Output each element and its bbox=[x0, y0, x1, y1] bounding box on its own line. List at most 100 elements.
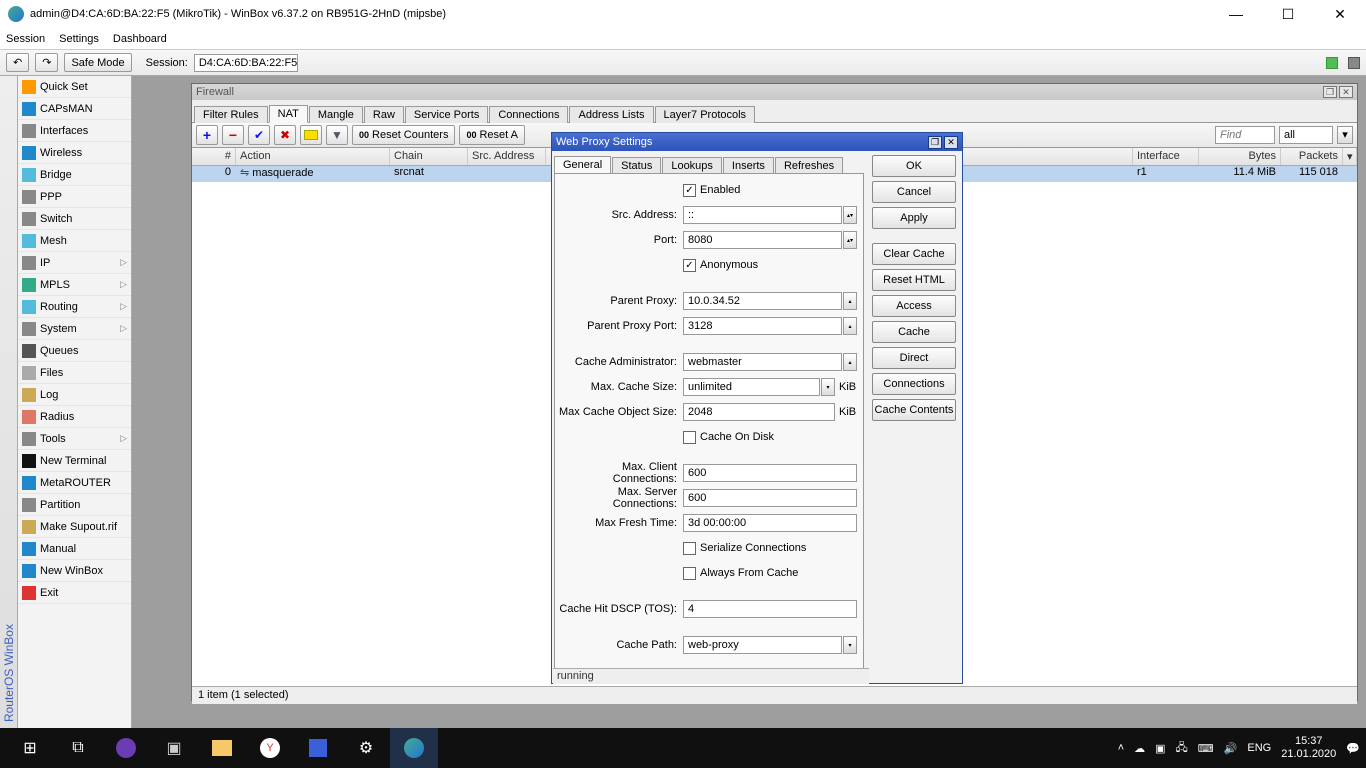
firewall-tab-address-lists[interactable]: Address Lists bbox=[569, 106, 653, 123]
tray-cloud-icon[interactable]: ☁ bbox=[1134, 742, 1145, 755]
filter-dropdown[interactable]: all bbox=[1279, 126, 1333, 144]
firewall-tab-mangle[interactable]: Mangle bbox=[309, 106, 363, 123]
parent-proxy-port-input[interactable]: 3128 bbox=[683, 317, 842, 335]
menu-dashboard[interactable]: Dashboard bbox=[113, 33, 167, 45]
taskbar-app-explorer[interactable] bbox=[198, 728, 246, 768]
sidebar-item-interfaces[interactable]: Interfaces bbox=[18, 120, 131, 142]
tray-keyboard-icon[interactable]: ⌨ bbox=[1198, 742, 1214, 755]
taskbar-app-1[interactable] bbox=[102, 728, 150, 768]
sidebar-item-queues[interactable]: Queues bbox=[18, 340, 131, 362]
sidebar-item-partition[interactable]: Partition bbox=[18, 494, 131, 516]
dscp-input[interactable]: 4 bbox=[683, 600, 857, 618]
menu-settings[interactable]: Settings bbox=[59, 33, 99, 45]
proxy-access-button[interactable]: Access bbox=[872, 295, 956, 317]
cache-admin-toggle-icon[interactable]: ▴ bbox=[843, 353, 857, 371]
proxy-clear-cache-button[interactable]: Clear Cache bbox=[872, 243, 956, 265]
reset-counters-button[interactable]: 00Reset Counters bbox=[352, 125, 455, 145]
comment-button[interactable] bbox=[300, 125, 322, 145]
reset-all-counters-button[interactable]: 00Reset A bbox=[459, 125, 525, 145]
firewall-restore-button[interactable]: ❐ bbox=[1323, 86, 1337, 98]
proxy-tab-inserts[interactable]: Inserts bbox=[723, 157, 774, 174]
sidebar-item-bridge[interactable]: Bridge bbox=[18, 164, 131, 186]
proxy-tab-general[interactable]: General bbox=[554, 156, 611, 174]
web-proxy-header[interactable]: Web Proxy Settings ❐ ✕ bbox=[552, 133, 962, 151]
firewall-tab-layer7-protocols[interactable]: Layer7 Protocols bbox=[655, 106, 756, 123]
firewall-tab-nat[interactable]: NAT bbox=[269, 105, 308, 123]
add-rule-button[interactable]: + bbox=[196, 125, 218, 145]
sidebar-item-quick-set[interactable]: Quick Set bbox=[18, 76, 131, 98]
tray-language[interactable]: ENG bbox=[1247, 742, 1271, 754]
proxy-cache-button[interactable]: Cache bbox=[872, 321, 956, 343]
cache-path-dd-icon[interactable]: ▾ bbox=[843, 636, 857, 654]
sidebar-item-system[interactable]: System▷ bbox=[18, 318, 131, 340]
remove-rule-button[interactable]: − bbox=[222, 125, 244, 145]
safe-mode-button[interactable]: Safe Mode bbox=[64, 53, 131, 72]
cache-path-input[interactable]: web-proxy bbox=[683, 636, 842, 654]
filter-dropdown-arrow-icon[interactable]: ▾ bbox=[1337, 126, 1353, 144]
sidebar-item-manual[interactable]: Manual bbox=[18, 538, 131, 560]
tray-volume-icon[interactable]: 🔊 bbox=[1224, 742, 1238, 755]
redo-button[interactable]: ↷ bbox=[35, 53, 58, 72]
tray-notifications-icon[interactable]: 💬 bbox=[1346, 742, 1360, 755]
max-client-conn-input[interactable]: 600 bbox=[683, 464, 857, 482]
proxy-tab-status[interactable]: Status bbox=[612, 157, 661, 174]
proxy-cancel-button[interactable]: Cancel bbox=[872, 181, 956, 203]
close-button[interactable]: ✕ bbox=[1322, 6, 1358, 23]
max-server-conn-input[interactable]: 600 bbox=[683, 489, 857, 507]
col-menu-icon[interactable]: ▾ bbox=[1343, 148, 1357, 165]
firewall-tab-raw[interactable]: Raw bbox=[364, 106, 404, 123]
minimize-button[interactable]: — bbox=[1218, 6, 1254, 23]
find-input[interactable] bbox=[1215, 126, 1275, 144]
proxy-reset-html-button[interactable]: Reset HTML bbox=[872, 269, 956, 291]
max-cache-obj-input[interactable]: 2048 bbox=[683, 403, 835, 421]
task-view-button[interactable]: ⧉ bbox=[54, 728, 102, 768]
firewall-tab-connections[interactable]: Connections bbox=[489, 106, 568, 123]
tray-network-icon[interactable]: 🖧 bbox=[1176, 739, 1188, 758]
sidebar-item-radius[interactable]: Radius bbox=[18, 406, 131, 428]
sidebar-item-mpls[interactable]: MPLS▷ bbox=[18, 274, 131, 296]
max-cache-size-input[interactable]: unlimited bbox=[683, 378, 820, 396]
tray-clock[interactable]: 15:37 21.01.2020 bbox=[1281, 735, 1336, 761]
tray-battery-icon[interactable]: ▣ bbox=[1155, 742, 1165, 755]
port-input[interactable]: 8080 bbox=[683, 231, 842, 249]
taskbar-app-settings-icon[interactable]: ⚙ bbox=[342, 728, 390, 768]
sidebar-item-metarouter[interactable]: MetaROUTER bbox=[18, 472, 131, 494]
sidebar-item-ppp[interactable]: PPP bbox=[18, 186, 131, 208]
filter-button[interactable]: ▼ bbox=[326, 125, 348, 145]
max-cache-size-dd-icon[interactable]: ▾ bbox=[821, 378, 835, 396]
col-bytes[interactable]: Bytes bbox=[1199, 148, 1281, 165]
proxy-connections-button[interactable]: Connections bbox=[872, 373, 956, 395]
proxy-tab-refreshes[interactable]: Refreshes bbox=[775, 157, 843, 174]
sidebar-item-capsman[interactable]: CAPsMAN bbox=[18, 98, 131, 120]
proxy-close-button[interactable]: ✕ bbox=[944, 136, 958, 149]
cache-admin-input[interactable]: webmaster bbox=[683, 353, 842, 371]
firewall-window-header[interactable]: Firewall ❐ ✕ bbox=[192, 84, 1357, 100]
proxy-ok-button[interactable]: OK bbox=[872, 155, 956, 177]
taskbar-app-save-icon[interactable] bbox=[294, 728, 342, 768]
sidebar-item-files[interactable]: Files bbox=[18, 362, 131, 384]
undo-button[interactable]: ↶ bbox=[6, 53, 29, 72]
proxy-direct-button[interactable]: Direct bbox=[872, 347, 956, 369]
src-address-spinner-icon[interactable]: ▴▾ bbox=[843, 206, 857, 224]
menu-session[interactable]: Session bbox=[6, 33, 45, 45]
col-interface[interactable]: Interface bbox=[1133, 148, 1199, 165]
col-chain[interactable]: Chain bbox=[390, 148, 468, 165]
parent-proxy-input[interactable]: 10.0.34.52 bbox=[683, 292, 842, 310]
sidebar-item-switch[interactable]: Switch bbox=[18, 208, 131, 230]
serialize-conn-checkbox[interactable] bbox=[683, 542, 696, 555]
always-from-cache-checkbox[interactable] bbox=[683, 567, 696, 580]
proxy-tab-lookups[interactable]: Lookups bbox=[662, 157, 722, 174]
maximize-button[interactable]: ☐ bbox=[1270, 6, 1306, 23]
sidebar-item-new-winbox[interactable]: New WinBox bbox=[18, 560, 131, 582]
firewall-close-button[interactable]: ✕ bbox=[1339, 86, 1353, 98]
col-num[interactable]: # bbox=[192, 148, 236, 165]
sidebar-item-tools[interactable]: Tools▷ bbox=[18, 428, 131, 450]
parent-proxy-toggle-icon[interactable]: ▴ bbox=[843, 292, 857, 310]
sidebar-item-wireless[interactable]: Wireless bbox=[18, 142, 131, 164]
proxy-cache-contents-button[interactable]: Cache Contents bbox=[872, 399, 956, 421]
proxy-restore-button[interactable]: ❐ bbox=[928, 136, 942, 149]
proxy-apply-button[interactable]: Apply bbox=[872, 207, 956, 229]
enable-rule-button[interactable]: ✔ bbox=[248, 125, 270, 145]
src-address-input[interactable]: :: bbox=[683, 206, 842, 224]
col-src-address[interactable]: Src. Address bbox=[468, 148, 546, 165]
